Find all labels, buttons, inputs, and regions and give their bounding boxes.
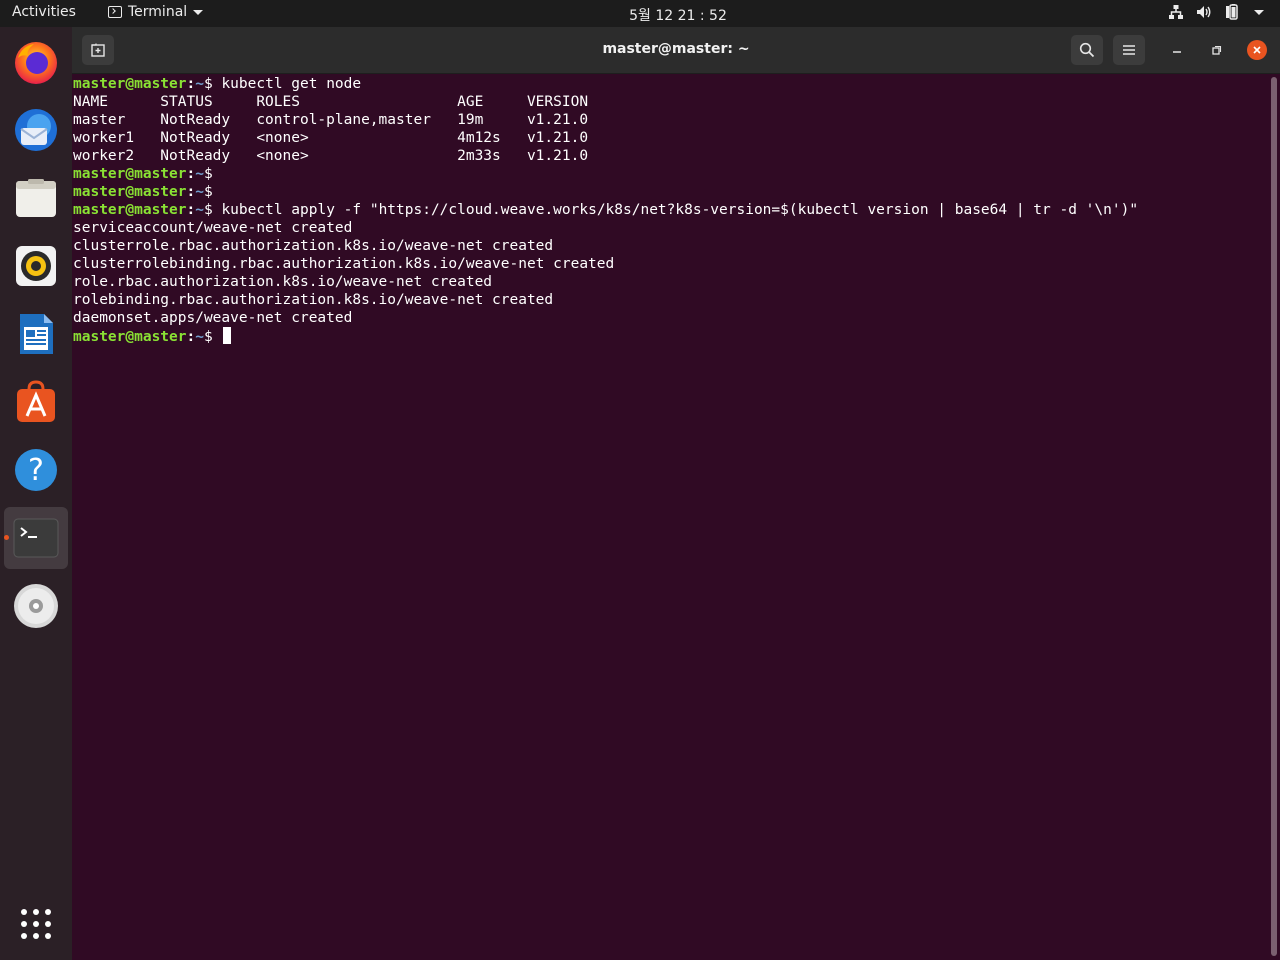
prompt-colon: : [186,202,196,218]
output-text: worker1 NotReady <none> 4m12s v1.21.0 [73,130,589,146]
prompt-line: master@master:~$ kubectl apply -f "https… [73,201,1268,219]
prompt-user: master@master [73,76,187,92]
firefox-icon [15,42,57,84]
volume-icon [1197,6,1211,18]
output-line: clusterrole.rbac.authorization.k8s.io/we… [73,237,1268,255]
prompt-colon: : [186,76,196,92]
terminal-output[interactable]: master@master:~$ kubectl get node NAME ST… [73,75,1268,960]
dock-writer[interactable] [4,303,68,365]
text-cursor [223,327,232,344]
prompt-symbol: $ [203,76,222,92]
terminal-window: master@master: ~ master@master:~$ kubect… [72,27,1280,960]
output-line: clusterrolebinding.rbac.authorization.k8… [73,255,1268,273]
prompt-colon: : [186,184,196,200]
prompt-user: master@master [73,202,187,218]
svg-text:?: ? [28,453,44,488]
output-text: serviceaccount/weave-net created [73,220,353,236]
show-applications-button[interactable] [4,893,68,955]
output-line: serviceaccount/weave-net created [73,219,1268,237]
clock[interactable]: 5월 12 21 : 52 [0,5,1280,25]
minimize-button[interactable] [1168,41,1186,59]
thunderbird-icon [15,109,57,151]
network-icon [1169,5,1183,19]
output-line: role.rbac.authorization.k8s.io/weave-net… [73,273,1268,291]
command-text: kubectl apply -f "https://cloud.weave.wo… [221,202,1139,218]
prompt-symbol: $ [203,166,222,182]
prompt-user: master@master [73,184,187,200]
scrollbar[interactable] [1271,77,1277,956]
prompt-symbol: $ [203,184,222,200]
close-button[interactable] [1247,40,1267,60]
terminal-icon [13,518,59,558]
output-line: worker2 NotReady <none> 2m33s v1.21.0 [73,147,1268,165]
output-line: rolebinding.rbac.authorization.k8s.io/we… [73,291,1268,309]
dock-ubuntu-software[interactable] [4,371,68,433]
prompt-path: ~ [195,202,204,218]
output-text: worker2 NotReady <none> 2m33s v1.21.0 [73,148,589,164]
title-bar[interactable]: master@master: ~ [72,27,1280,74]
menu-button[interactable] [1113,35,1145,65]
output-text: role.rbac.authorization.k8s.io/weave-net… [73,274,493,290]
system-tray[interactable] [1168,4,1264,20]
top-bar: Activities Terminal 5월 12 21 : 52 [0,0,1280,27]
prompt-path: ~ [195,166,204,182]
prompt-symbol: $ [203,202,222,218]
output-line: master NotReady control-plane,master 19m… [73,111,1268,129]
prompt-user: master@master [73,329,187,345]
hamburger-menu-icon [1123,45,1135,55]
software-icon [17,380,55,422]
prompt-path: ~ [195,184,204,200]
output-text: clusterrolebinding.rbac.authorization.k8… [73,256,615,272]
prompt-line: master@master:~$ [73,165,1268,183]
dock-firefox[interactable] [4,31,68,93]
output-text: rolebinding.rbac.authorization.k8s.io/we… [73,292,554,308]
app-grid-icon [21,909,51,939]
dock-thunderbird[interactable] [4,99,68,161]
help-icon: ? [15,449,57,491]
output-line: daemonset.apps/weave-net created [73,309,1268,327]
maximize-button[interactable] [1207,41,1225,59]
search-button[interactable] [1071,35,1103,65]
close-icon [1253,46,1261,54]
prompt-symbol: $ [203,329,222,345]
maximize-icon [1212,45,1222,55]
output-text: daemonset.apps/weave-net created [73,310,353,326]
prompt-line: master@master:~$ kubectl get node [73,75,1268,93]
dock-rhythmbox[interactable] [4,235,68,297]
prompt-user: master@master [73,166,187,182]
prompt-line: master@master:~$ [73,183,1268,201]
running-indicator [4,535,9,540]
dock: ? [0,27,72,960]
prompt-colon: : [186,166,196,182]
rhythmbox-icon [16,246,56,286]
battery-icon [1226,4,1238,20]
output-line: worker1 NotReady <none> 4m12s v1.21.0 [73,129,1268,147]
output-text: NAME STATUS ROLES AGE VERSION [73,94,589,110]
writer-icon [20,314,53,354]
prompt-path: ~ [195,76,204,92]
chevron-down-icon [1254,9,1264,15]
dock-terminal[interactable] [4,507,68,569]
command-text: kubectl get node [221,76,362,92]
search-icon [1079,42,1095,58]
output-line: NAME STATUS ROLES AGE VERSION [73,93,1268,111]
prompt-path: ~ [195,329,204,345]
dock-files[interactable] [4,167,68,229]
dock-disc[interactable] [4,575,68,637]
disc-icon [14,584,58,628]
output-text: clusterrole.rbac.authorization.k8s.io/we… [73,238,554,254]
output-text: master NotReady control-plane,master 19m… [73,112,589,128]
dock-help[interactable]: ? [4,439,68,501]
prompt-colon: : [186,329,196,345]
minimize-icon [1173,51,1181,53]
files-icon [16,179,56,217]
prompt-line: master@master:~$ [73,327,1268,345]
